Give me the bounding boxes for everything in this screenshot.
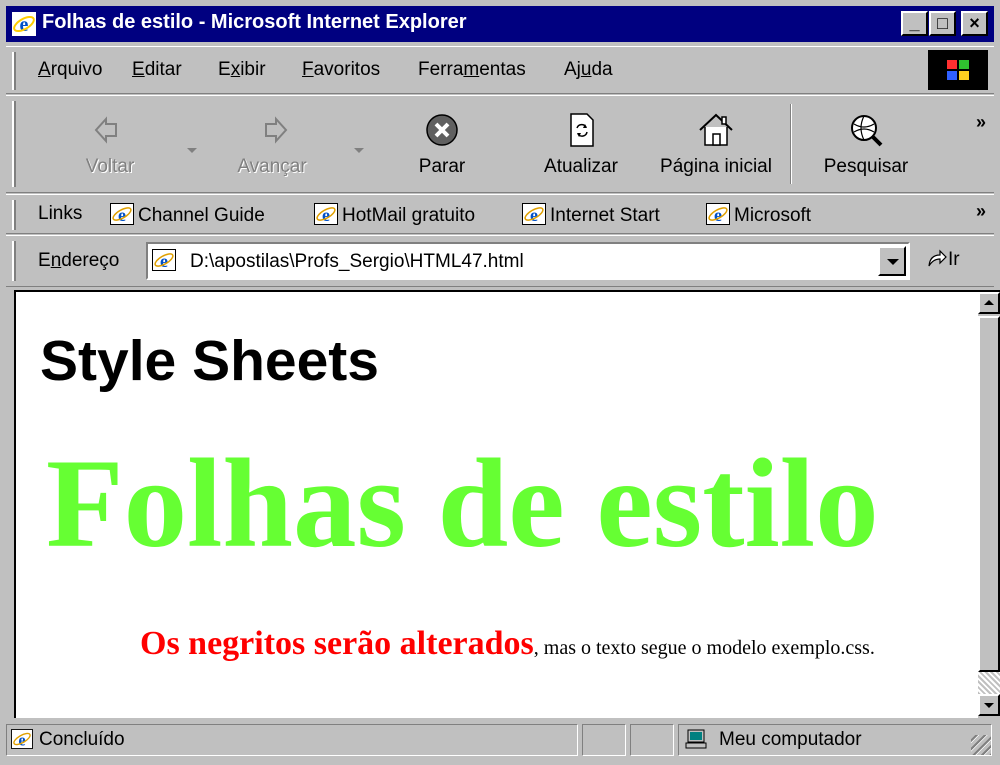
close-button[interactable]: × bbox=[961, 11, 988, 36]
stop-button[interactable]: Parar bbox=[392, 96, 492, 192]
ie-page-icon: e bbox=[110, 203, 134, 225]
back-dropdown[interactable] bbox=[187, 148, 197, 153]
scroll-track[interactable] bbox=[978, 672, 1000, 694]
go-button[interactable]: Ir bbox=[926, 248, 960, 271]
title-bar[interactable]: e Folhas de estilo - Microsoft Internet … bbox=[6, 6, 994, 42]
page-paragraph: Os negritos serão alterados, mas o texto… bbox=[140, 622, 940, 670]
status-zone-pane: Meu computador bbox=[678, 724, 992, 756]
address-bar: Endereço e D:\apostilas\Profs_Sergio\HTM… bbox=[6, 235, 994, 287]
minimize-button[interactable]: _ bbox=[901, 11, 928, 36]
toolbar-separator bbox=[790, 104, 792, 184]
ie-page-icon: e bbox=[706, 203, 730, 225]
link-microsoft[interactable]: e Microsoft bbox=[706, 203, 811, 227]
search-button[interactable]: Pesquisar bbox=[806, 96, 926, 192]
status-main-pane: e Concluído bbox=[6, 724, 578, 756]
scroll-up-button[interactable] bbox=[978, 292, 1000, 314]
home-button[interactable]: Página inicial bbox=[646, 96, 786, 192]
scroll-down-button[interactable] bbox=[978, 694, 1000, 716]
menu-ajuda[interactable]: Ajuda bbox=[564, 59, 613, 81]
scroll-thumb[interactable] bbox=[978, 316, 1000, 672]
link-hotmail[interactable]: e HotMail gratuito bbox=[314, 203, 475, 227]
throbber bbox=[928, 50, 988, 90]
address-dropdown-button[interactable] bbox=[878, 246, 906, 276]
page-viewport: Style Sheets Folhas de estilo Os negrito… bbox=[14, 290, 1000, 718]
resize-grip[interactable] bbox=[971, 735, 991, 755]
band-grip[interactable] bbox=[12, 52, 16, 90]
menu-exibir[interactable]: Exibir bbox=[218, 59, 266, 81]
window-title: Folhas de estilo - Microsoft Internet Ex… bbox=[42, 11, 467, 33]
computer-icon bbox=[685, 729, 707, 749]
maximize-icon: □ bbox=[937, 13, 948, 33]
back-button[interactable]: Voltar bbox=[60, 96, 160, 192]
stop-icon bbox=[426, 114, 458, 146]
menu-arquivo[interactable]: Arquivo bbox=[38, 59, 102, 81]
ie-page-icon: e bbox=[314, 203, 338, 225]
status-bar: e Concluído Meu computador bbox=[6, 720, 994, 760]
windows-logo-icon bbox=[947, 60, 969, 80]
forward-button[interactable]: Avançar bbox=[212, 96, 332, 192]
band-grip[interactable] bbox=[12, 101, 16, 187]
standard-toolbar: Voltar Avançar Parar Atualizar Página in… bbox=[6, 95, 994, 193]
address-value: D:\apostilas\Profs_Sergio\HTML47.html bbox=[190, 251, 524, 272]
address-label: Endereço bbox=[38, 250, 120, 271]
close-icon: × bbox=[969, 13, 980, 33]
page-heading-portuguese: Folhas de estilo bbox=[46, 434, 879, 574]
refresh-icon bbox=[570, 113, 594, 147]
links-label[interactable]: Links bbox=[38, 203, 82, 225]
forward-arrow-icon bbox=[265, 116, 288, 144]
menu-favoritos[interactable]: Favoritos bbox=[302, 59, 380, 81]
refresh-button[interactable]: Atualizar bbox=[526, 96, 636, 192]
ie-page-icon: e bbox=[152, 249, 176, 271]
status-zone-text: Meu computador bbox=[719, 729, 862, 750]
ie-page-icon: e bbox=[522, 203, 546, 225]
back-arrow-icon bbox=[94, 116, 117, 144]
link-channel-guide[interactable]: e Channel Guide bbox=[110, 203, 265, 227]
internet-explorer-icon: e bbox=[12, 12, 36, 36]
address-input[interactable]: e D:\apostilas\Profs_Sergio\HTML47.html bbox=[146, 242, 910, 280]
ie-page-icon: e bbox=[11, 729, 33, 749]
home-icon bbox=[699, 113, 733, 146]
status-text: Concluído bbox=[39, 729, 125, 750]
go-arrow-icon bbox=[928, 249, 947, 267]
page-heading-english: Style Sheets bbox=[40, 329, 379, 393]
links-bar: Links e Channel Guide e HotMail gratuito e… bbox=[6, 194, 994, 234]
toolbar-more-chevron[interactable]: » bbox=[976, 112, 986, 133]
links-more-chevron[interactable]: » bbox=[976, 201, 986, 222]
bold-text: Os negritos serão alterados bbox=[140, 625, 534, 662]
forward-dropdown[interactable] bbox=[354, 148, 364, 153]
menu-ferramentas[interactable]: Ferramentas bbox=[418, 59, 526, 81]
maximize-button[interactable]: □ bbox=[929, 11, 956, 36]
band-grip[interactable] bbox=[12, 200, 16, 230]
svg-text:e: e bbox=[18, 730, 25, 749]
band-grip[interactable] bbox=[12, 241, 16, 281]
link-internet-start[interactable]: e Internet Start bbox=[522, 203, 660, 227]
menu-editar[interactable]: Editar bbox=[132, 59, 182, 81]
status-pane-empty bbox=[582, 724, 626, 756]
body-text: , mas o texto segue o modelo exemplo.css… bbox=[533, 637, 875, 659]
minimize-icon: _ bbox=[909, 13, 920, 33]
browser-window: e Folhas de estilo - Microsoft Internet … bbox=[0, 0, 1000, 765]
search-globe-icon bbox=[851, 115, 883, 147]
menu-bar: Arquivo Editar Exibir Favoritos Ferramen… bbox=[6, 46, 994, 94]
vertical-scrollbar[interactable] bbox=[978, 292, 1000, 718]
status-pane-empty bbox=[630, 724, 674, 756]
